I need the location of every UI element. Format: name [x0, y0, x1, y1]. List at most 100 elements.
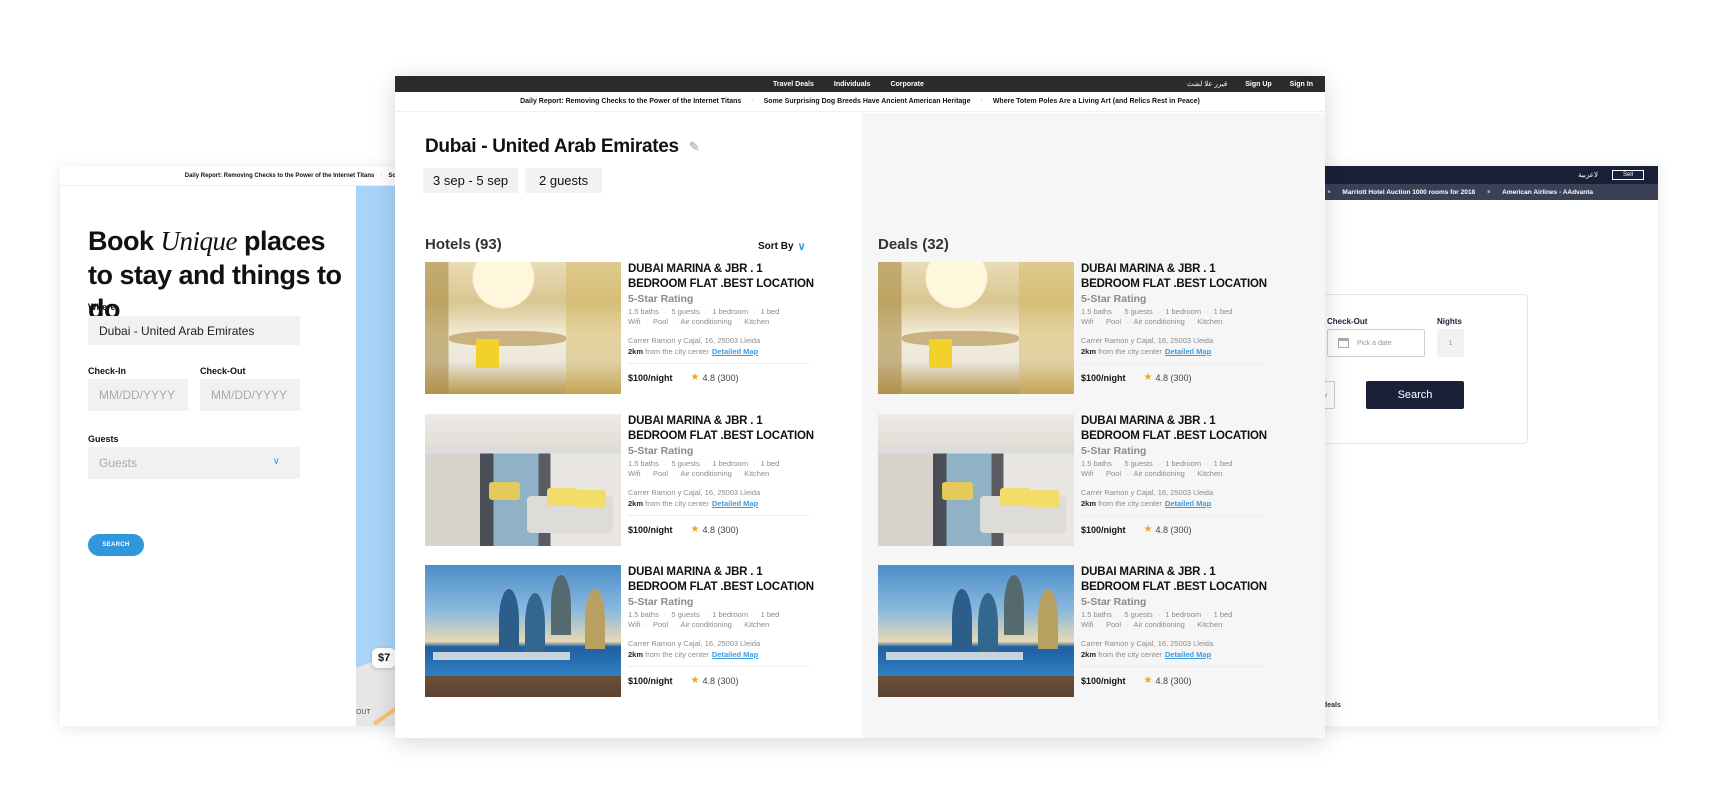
listing-specs: 1.5 baths · 5 guests · 1 bedroom · 1 bed — [1081, 459, 1233, 468]
checkout-placeholder: Pick a date — [1357, 339, 1392, 347]
ticker-item[interactable]: Marriott Hotel Auction 1000 rooms for 20… — [1342, 189, 1475, 196]
page-title: Dubai - United Arab Emirates ✎ — [425, 136, 700, 158]
listing-name[interactable]: DUBAI MARINA & JBR . 1 BEDROOM FLAT .BES… — [1081, 565, 1269, 595]
checkout-field[interactable]: Pick a date — [1327, 329, 1425, 357]
detailed-map-link[interactable]: Detailed Map — [1165, 499, 1211, 508]
listing-photo[interactable] — [878, 565, 1074, 697]
right-search-screen: لاعربية Sell hina ■ Marriott Hotel Aucti… — [1300, 166, 1658, 726]
divider — [1081, 666, 1263, 667]
hero-emphasis: Unique — [160, 226, 238, 256]
nights-field: 1 — [1437, 329, 1464, 357]
ticker-item[interactable]: Where Totem Poles Are a Living Art (and … — [993, 98, 1200, 105]
sign-in-link[interactable]: Sign In — [1290, 81, 1313, 88]
detailed-map-link[interactable]: Detailed Map — [712, 347, 758, 356]
hero-heading: Book Unique places to stay and things to… — [88, 224, 348, 326]
listing-score: 4.8 (300) — [702, 372, 739, 383]
hotel-card[interactable]: DUBAI MARINA & JBR . 1 BEDROOM FLAT .BES… — [425, 565, 815, 697]
top-nav: Travel Deals Individuals Corporate قيرر … — [395, 76, 1325, 92]
listing-info: DUBAI MARINA & JBR . 1 BEDROOM FLAT .BES… — [1081, 414, 1269, 535]
star-icon: ★ — [690, 372, 700, 383]
guests-select[interactable]: Guests ∨ — [88, 447, 300, 479]
listing-distance: 2km from the city center Detailed Map — [1081, 650, 1212, 659]
listing-score: 4.8 (300) — [702, 675, 739, 686]
listing-footer: $100/night ★ 4.8 (300) — [1081, 675, 1269, 686]
ticker-item[interactable]: Daily Report: Removing Checks to the Pow… — [185, 173, 375, 179]
listing-name[interactable]: DUBAI MARINA & JBR . 1 BEDROOM FLAT .BES… — [628, 414, 816, 444]
listing-rating: 5-Star Rating — [628, 293, 694, 305]
language-switch[interactable]: قيرر علا لشث — [1187, 80, 1227, 88]
listing-photo[interactable] — [425, 262, 621, 394]
deal-card[interactable]: DUBAI MARINA & JBR . 1 BEDROOM FLAT .BES… — [878, 414, 1268, 546]
sell-button[interactable]: Sell — [1611, 170, 1644, 180]
guests-label: Guests — [88, 434, 119, 444]
deals-heading: Deals (32) — [878, 236, 949, 253]
listing-specs: 1.5 baths · 5 guests · 1 bedroom · 1 bed — [628, 610, 780, 619]
listing-photo[interactable] — [878, 414, 1074, 546]
listing-amenities: Wifi · Pool · Air conditioning · Kitchen — [1081, 317, 1223, 326]
checkin-input[interactable]: MM/DD/YYYY — [88, 379, 188, 411]
detailed-map-link[interactable]: Detailed Map — [712, 499, 758, 508]
detailed-map-link[interactable]: Detailed Map — [1165, 347, 1211, 356]
deal-card[interactable]: DUBAI MARINA & JBR . 1 BEDROOM FLAT .BES… — [878, 262, 1268, 394]
search-button[interactable]: SEARCH — [88, 534, 144, 556]
listing-name[interactable]: DUBAI MARINA & JBR . 1 BEDROOM FLAT .BES… — [628, 565, 816, 595]
detailed-map-link[interactable]: Detailed Map — [712, 650, 758, 659]
where-input[interactable]: Dubai - United Arab Emirates — [88, 316, 300, 345]
map-view[interactable]: $7 OUT — [356, 186, 400, 726]
star-icon: ★ — [1143, 372, 1153, 383]
hotel-card[interactable]: DUBAI MARINA & JBR . 1 BEDROOM FLAT .BES… — [425, 414, 815, 546]
news-ticker: hina ■ Marriott Hotel Auction 1000 rooms… — [1300, 184, 1658, 200]
left-booking-screen: Daily Report: Removing Checks to the Pow… — [60, 166, 400, 726]
chevron-down-icon: ∨ — [272, 456, 280, 467]
listing-address: Carrer Ramon y Cajal, 16, 25003 Lleida — [1081, 488, 1214, 497]
listing-footer: $100/night ★ 4.8 (300) — [628, 524, 816, 535]
listing-info: DUBAI MARINA & JBR . 1 BEDROOM FLAT .BES… — [628, 414, 816, 535]
divider — [1081, 515, 1263, 516]
ticker-separator: ■ — [1487, 189, 1491, 195]
listing-info: DUBAI MARINA & JBR . 1 BEDROOM FLAT .BES… — [1081, 262, 1269, 383]
listing-rating: 5-Star Rating — [1081, 445, 1147, 457]
listing-amenities: Wifi · Pool · Air conditioning · Kitchen — [1081, 620, 1223, 629]
listing-photo[interactable] — [425, 565, 621, 697]
checkin-label: Check-In — [88, 366, 127, 376]
nav-corporate[interactable]: Corporate — [890, 81, 923, 88]
checkout-label: Check-Out — [200, 366, 246, 376]
search-form: Check-Out Pick a date Nights 1 ∨ Search — [1300, 294, 1528, 444]
ticker-item[interactable]: Some Surprising Dog Breeds Have Ancient … — [764, 98, 971, 105]
listing-name[interactable]: DUBAI MARINA & JBR . 1 BEDROOM FLAT .BES… — [628, 262, 816, 292]
detailed-map-link[interactable]: Detailed Map — [1165, 650, 1211, 659]
language-switch[interactable]: لاعربية — [1578, 171, 1598, 179]
deal-card[interactable]: DUBAI MARINA & JBR . 1 BEDROOM FLAT .BES… — [878, 565, 1268, 697]
star-icon: ★ — [1143, 675, 1153, 686]
listing-name[interactable]: DUBAI MARINA & JBR . 1 BEDROOM FLAT .BES… — [1081, 414, 1269, 444]
ticker-item[interactable]: American Airlines - AAdvanta — [1502, 189, 1593, 196]
listing-distance: 2km from the city center Detailed Map — [1081, 347, 1212, 356]
nav-travel-deals[interactable]: Travel Deals — [773, 81, 814, 88]
listing-specs: 1.5 baths · 5 guests · 1 bedroom · 1 bed — [628, 459, 780, 468]
listing-score: 4.8 (300) — [702, 524, 739, 535]
guests-placeholder: Guests — [99, 456, 138, 470]
sign-up-link[interactable]: Sign Up — [1245, 81, 1271, 88]
listing-photo[interactable] — [425, 414, 621, 546]
listing-address: Carrer Ramon y Cajal, 16, 25003 Lleida — [1081, 336, 1214, 345]
sort-by-dropdown[interactable]: Sort By ∨ — [758, 240, 806, 253]
edit-pencil-icon[interactable]: ✎ — [689, 139, 700, 155]
ticker-item[interactable]: Daily Report: Removing Checks to the Pow… — [520, 98, 741, 105]
search-button[interactable]: Search — [1366, 381, 1464, 409]
hero-prefix: Book — [88, 226, 161, 256]
listing-amenities: Wifi · Pool · Air conditioning · Kitchen — [628, 469, 770, 478]
results-screen: Travel Deals Individuals Corporate قيرر … — [395, 76, 1325, 738]
map-price-pin[interactable]: $7 — [372, 648, 397, 668]
star-icon: ★ — [1143, 524, 1153, 535]
hotels-heading: Hotels (93) — [425, 236, 502, 253]
listing-name[interactable]: DUBAI MARINA & JBR . 1 BEDROOM FLAT .BES… — [1081, 262, 1269, 292]
divider — [1081, 363, 1263, 364]
listing-distance: 2km from the city center Detailed Map — [628, 499, 759, 508]
guests-chip[interactable]: 2 guests — [525, 168, 603, 193]
nav-individuals[interactable]: Individuals — [834, 81, 871, 88]
checkout-input[interactable]: MM/DD/YYYY — [200, 379, 300, 411]
nights-label: Nights — [1437, 317, 1462, 326]
listing-photo[interactable] — [878, 262, 1074, 394]
dates-chip[interactable]: 3 sep - 5 sep — [423, 168, 519, 193]
hotel-card[interactable]: DUBAI MARINA & JBR . 1 BEDROOM FLAT .BES… — [425, 262, 815, 394]
